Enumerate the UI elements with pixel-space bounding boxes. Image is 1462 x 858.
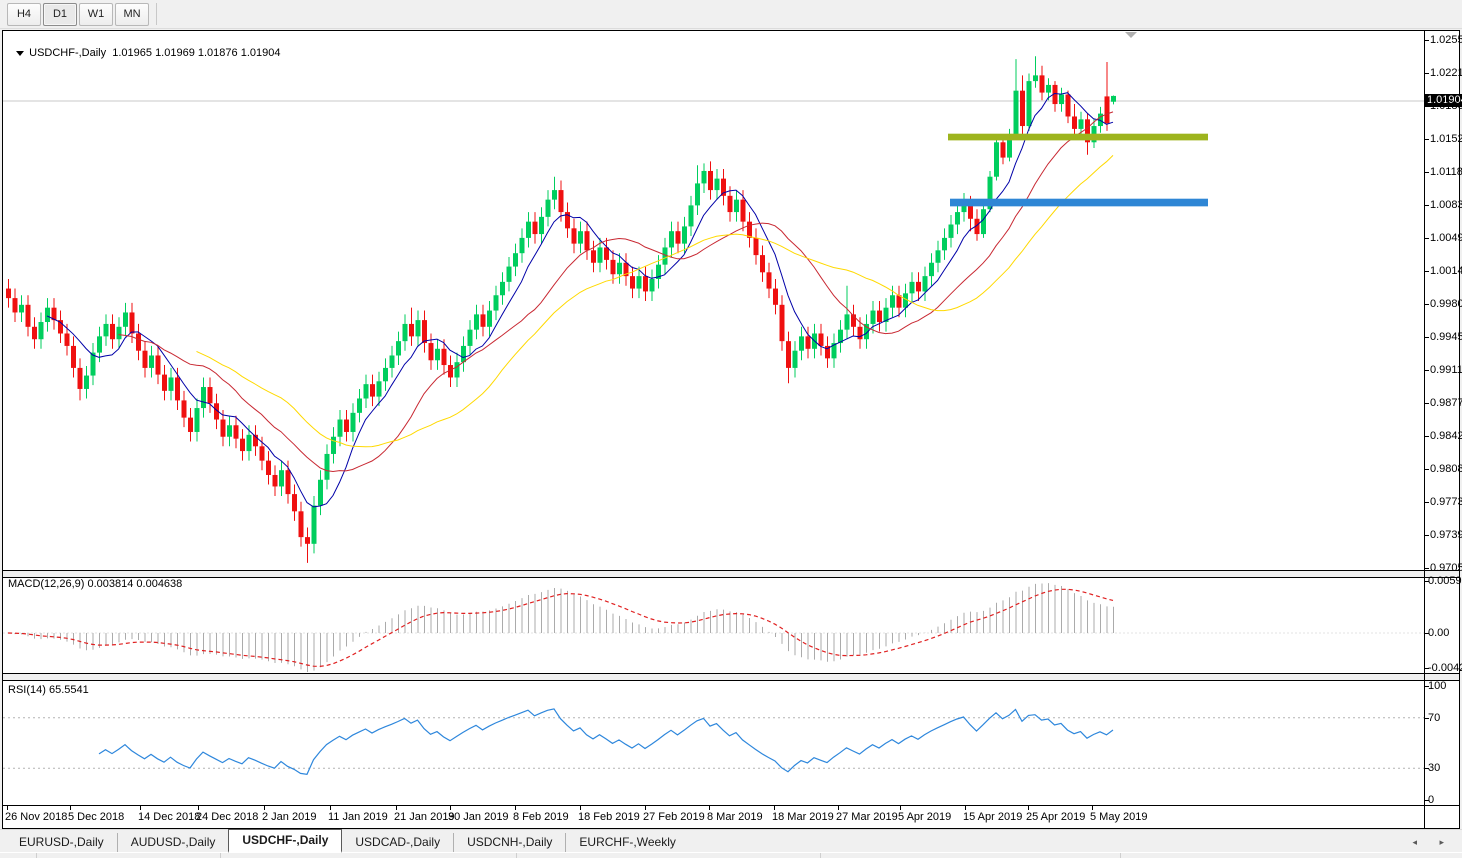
time-axis-label: 26 Nov 2018 xyxy=(5,811,68,823)
chart-tab-usdcad-daily[interactable]: USDCAD-,Daily xyxy=(342,833,453,852)
macd-axis-label: 0.00597 xyxy=(1428,575,1462,587)
time-axis-label: 14 Dec 2018 xyxy=(138,811,201,823)
time-axis-label: 24 Dec 2018 xyxy=(196,811,259,823)
time-axis-label: 27 Mar 2019 xyxy=(836,811,898,823)
trading-terminal-window: { "toolbar": { "buttons": [ {"label": "H… xyxy=(0,0,1462,858)
time-axis-label: 18 Mar 2019 xyxy=(772,811,834,823)
price-axis-label: 0.99450 xyxy=(1430,331,1462,343)
status-bar xyxy=(0,852,1462,858)
time-axis-label: 11 Jan 2019 xyxy=(328,811,388,823)
time-axis-label: 30 Jan 2019 xyxy=(448,811,509,823)
time-axis-label: 18 Feb 2019 xyxy=(578,811,640,823)
price-axis-label: 0.99800 xyxy=(1430,298,1462,310)
status-separator xyxy=(820,853,821,858)
chart-tab-bar: EURUSD-,Daily AUDUSD-,Daily USDCHF-,Daily U… xyxy=(0,829,1462,853)
price-axis-label: 1.00830 xyxy=(1430,199,1462,211)
price-axis-label: 0.99110 xyxy=(1430,364,1462,376)
rsi-label: RSI(14) 65.5541 xyxy=(8,684,89,696)
price-axis-label: 0.98770 xyxy=(1430,397,1462,409)
rsi-axis-label: 30 xyxy=(1428,762,1441,774)
rsi-axis-label: 0 xyxy=(1428,794,1435,806)
chart-tab-usdchf-daily[interactable]: USDCHF-,Daily xyxy=(228,829,343,853)
price-axis-label: 1.01180 xyxy=(1430,166,1462,178)
price-axis-label: 1.00140 xyxy=(1430,265,1462,277)
rsi-axis-label: 100 xyxy=(1428,680,1447,692)
macd-label: MACD(12,26,9) 0.003814 0.004638 xyxy=(8,578,183,590)
time-axis-label: 25 Apr 2019 xyxy=(1026,811,1086,823)
status-separator xyxy=(220,853,221,858)
time-axis-label: 5 May 2019 xyxy=(1090,811,1148,823)
time-axis-label: 5 Dec 2018 xyxy=(68,811,125,823)
price-axis-label: 0.98420 xyxy=(1430,430,1462,442)
time-axis-label: 8 Mar 2019 xyxy=(707,811,763,823)
symbol-dropdown-icon[interactable] xyxy=(16,51,25,56)
status-separator xyxy=(516,853,517,858)
chart-tab-usdcnh-daily[interactable]: USDCNH-,Daily xyxy=(453,833,565,852)
time-axis-label: 15 Apr 2019 xyxy=(963,811,1023,823)
status-separator xyxy=(1120,853,1121,858)
status-separator xyxy=(36,853,37,858)
time-axis-label: 8 Feb 2019 xyxy=(513,811,569,823)
chart-tab-eurchf-weekly[interactable]: EURCHF-,Weekly xyxy=(565,833,688,852)
macd-axis-label: -0.004243 xyxy=(1428,662,1462,674)
time-axis-label: 2 Jan 2019 xyxy=(262,811,317,823)
chart-title-symbol: USDCHF-,Daily xyxy=(29,47,107,59)
price-axis-label: 1.01860 xyxy=(1430,100,1462,112)
price-axis-label: 1.00490 xyxy=(1430,232,1462,244)
price-axis-label: 1.02550 xyxy=(1430,34,1462,46)
chart-tab-eurusd-daily[interactable]: EURUSD-,Daily xyxy=(6,833,117,852)
time-axis-label: 5 Apr 2019 xyxy=(898,811,952,823)
time-axis-label: 21 Jan 2019 xyxy=(394,811,455,823)
time-axis-label: 27 Feb 2019 xyxy=(643,811,705,823)
price-axis-label: 0.97050 xyxy=(1430,562,1462,574)
tab-scroll-arrows[interactable]: ◂ ▸ xyxy=(1412,832,1454,852)
price-axis-label: 1.02210 xyxy=(1430,67,1462,79)
macd-axis-label: 0.00 xyxy=(1428,627,1450,639)
rsi-axis-label: 70 xyxy=(1428,712,1441,724)
chart-canvas xyxy=(2,30,1460,829)
chart-title: USDCHF-,Daily 1.01965 1.01969 1.01876 1.… xyxy=(10,35,280,59)
price-axis-label: 0.98080 xyxy=(1430,463,1462,475)
price-axis-label: 0.97730 xyxy=(1430,496,1462,508)
chart-tab-audusd-daily[interactable]: AUDUSD-,Daily xyxy=(116,833,229,852)
price-axis-label: 1.01520 xyxy=(1430,133,1462,145)
chart-title-ohlc: 1.01965 1.01969 1.01876 1.01904 xyxy=(112,47,281,59)
price-axis-label: 0.97390 xyxy=(1430,529,1462,541)
